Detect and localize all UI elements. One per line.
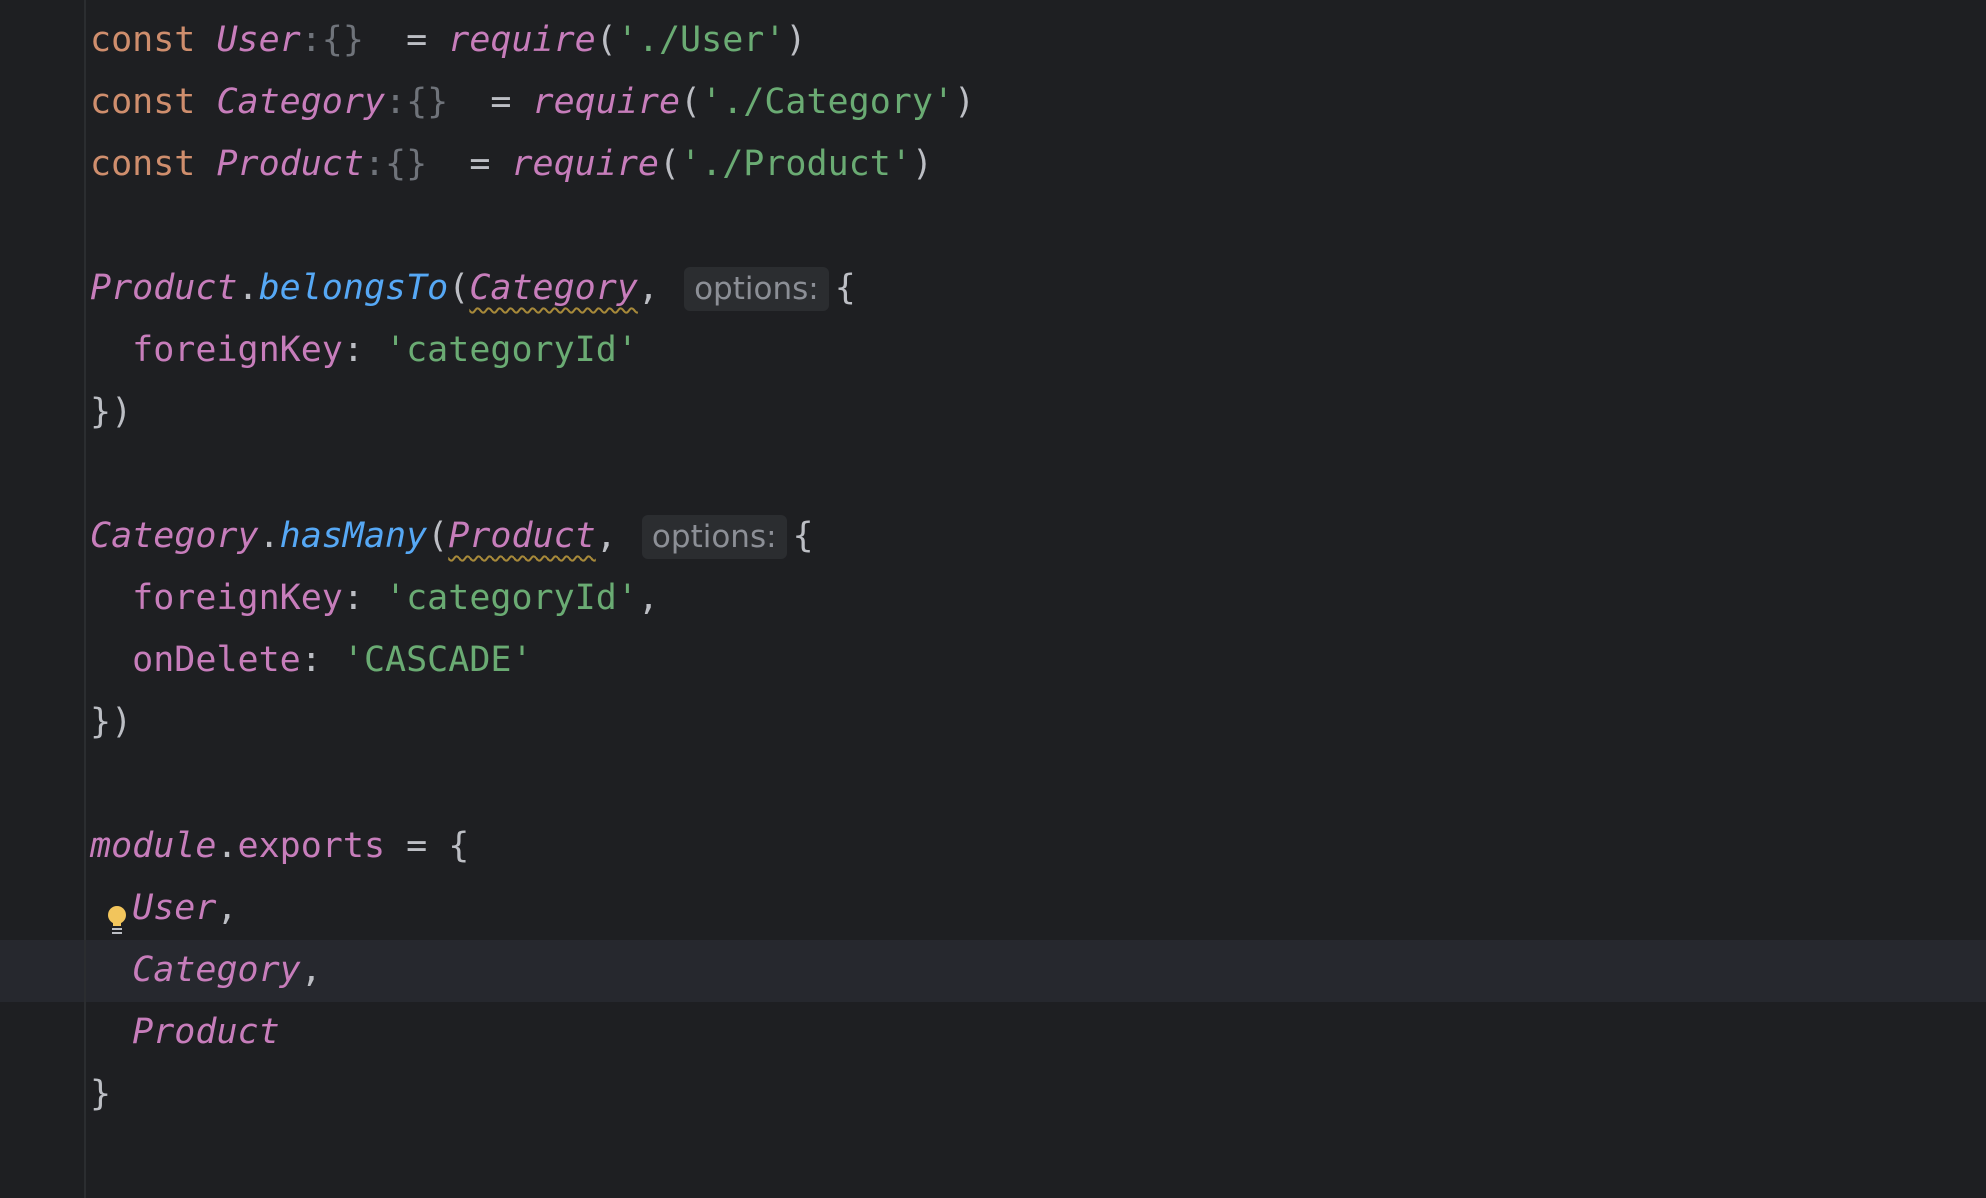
code-token: :{} [300, 20, 364, 60]
code-line[interactable] [90, 195, 975, 257]
code-line[interactable]: const Category:{} = require('./Category'… [90, 71, 975, 133]
code-token: Product [448, 516, 596, 556]
code-token: . [237, 268, 259, 308]
code-token: ) [954, 82, 976, 122]
code-token: belongsTo [258, 268, 449, 308]
code-token: ( [680, 82, 702, 122]
code-line[interactable]: } [90, 1063, 975, 1125]
code-token: exports [237, 826, 386, 866]
code-token: User [132, 888, 217, 928]
code-token: hasMany [279, 516, 428, 556]
code-token: ) [785, 20, 807, 60]
code-token: './Category' [701, 82, 954, 122]
code-token: require [448, 20, 596, 60]
code-token: ) [911, 144, 933, 184]
code-token: = { [385, 826, 470, 866]
code-token: 'categoryId' [385, 578, 638, 618]
code-line[interactable]: foreignKey: 'categoryId' [90, 319, 975, 381]
code-token: :{} [385, 82, 449, 122]
code-token: Product [216, 144, 364, 184]
lightbulb-icon[interactable] [106, 895, 128, 934]
code-token: }) [90, 702, 133, 742]
code-token: ( [595, 20, 617, 60]
code-token: 'categoryId' [385, 330, 638, 370]
code-token: Category [90, 516, 259, 556]
code-token: : [342, 578, 386, 618]
code-token: require [532, 82, 681, 122]
code-line[interactable]: onDelete: 'CASCADE' [90, 629, 975, 691]
code-token: :{} [363, 144, 428, 184]
parameter-hint: options: [684, 267, 829, 311]
code-line[interactable]: User, [90, 877, 975, 939]
code-token: ( [448, 268, 470, 308]
code-token: foreignKey [132, 578, 343, 618]
code-editor[interactable]: const User:{} = require('./User') const C… [90, 9, 975, 1125]
code-token: Category [132, 950, 301, 990]
code-token: , [216, 888, 238, 928]
code-token: , [595, 516, 638, 556]
code-token: Product [90, 268, 238, 308]
code-token: module [90, 826, 217, 866]
code-token: 'CASCADE' [342, 640, 533, 680]
gutter-divider [84, 0, 86, 1198]
code-token: , [300, 950, 322, 990]
code-token: const [90, 144, 196, 184]
code-token: : [342, 330, 386, 370]
code-token: ( [658, 144, 681, 184]
code-token: . [258, 516, 280, 556]
code-line[interactable]: }) [90, 381, 975, 443]
code-token: './User' [616, 20, 786, 60]
code-line[interactable]: Product.belongsTo(Category, options:{ [90, 257, 975, 319]
code-token: , [637, 578, 659, 618]
code-line[interactable]: }) [90, 691, 975, 753]
code-token: }) [90, 392, 133, 432]
code-token: { [792, 516, 814, 556]
code-token: , [637, 268, 681, 308]
code-token: onDelete [132, 640, 301, 680]
code-line[interactable]: foreignKey: 'categoryId', [90, 567, 975, 629]
code-line[interactable] [90, 443, 975, 505]
code-token: } [90, 1074, 112, 1114]
code-token: Category [469, 268, 638, 308]
parameter-hint: options: [641, 515, 787, 559]
code-line[interactable]: module.exports = { [90, 815, 975, 877]
code-token: . [216, 826, 238, 866]
code-token: = [363, 20, 449, 60]
code-line[interactable]: const User:{} = require('./User') [90, 9, 975, 71]
code-token: User [216, 20, 301, 60]
code-token: Product [132, 1012, 280, 1052]
code-token: const [90, 20, 196, 60]
code-line[interactable]: Category.hasMany(Product, options:{ [90, 505, 975, 567]
code-line[interactable]: Category, [90, 939, 975, 1001]
code-line[interactable]: Product [90, 1001, 975, 1063]
code-token: require [511, 144, 659, 184]
code-token: = [448, 82, 533, 122]
code-token: { [834, 268, 856, 308]
code-token: = [427, 144, 512, 184]
code-token: Category [216, 82, 386, 122]
code-token: './Product' [680, 144, 912, 184]
code-line[interactable]: const Product:{} = require('./Product') [90, 133, 975, 195]
code-line[interactable] [90, 753, 975, 815]
code-token: foreignKey [132, 330, 343, 370]
code-token: ( [427, 516, 449, 556]
code-token: : [300, 640, 343, 680]
code-token: const [90, 82, 196, 122]
